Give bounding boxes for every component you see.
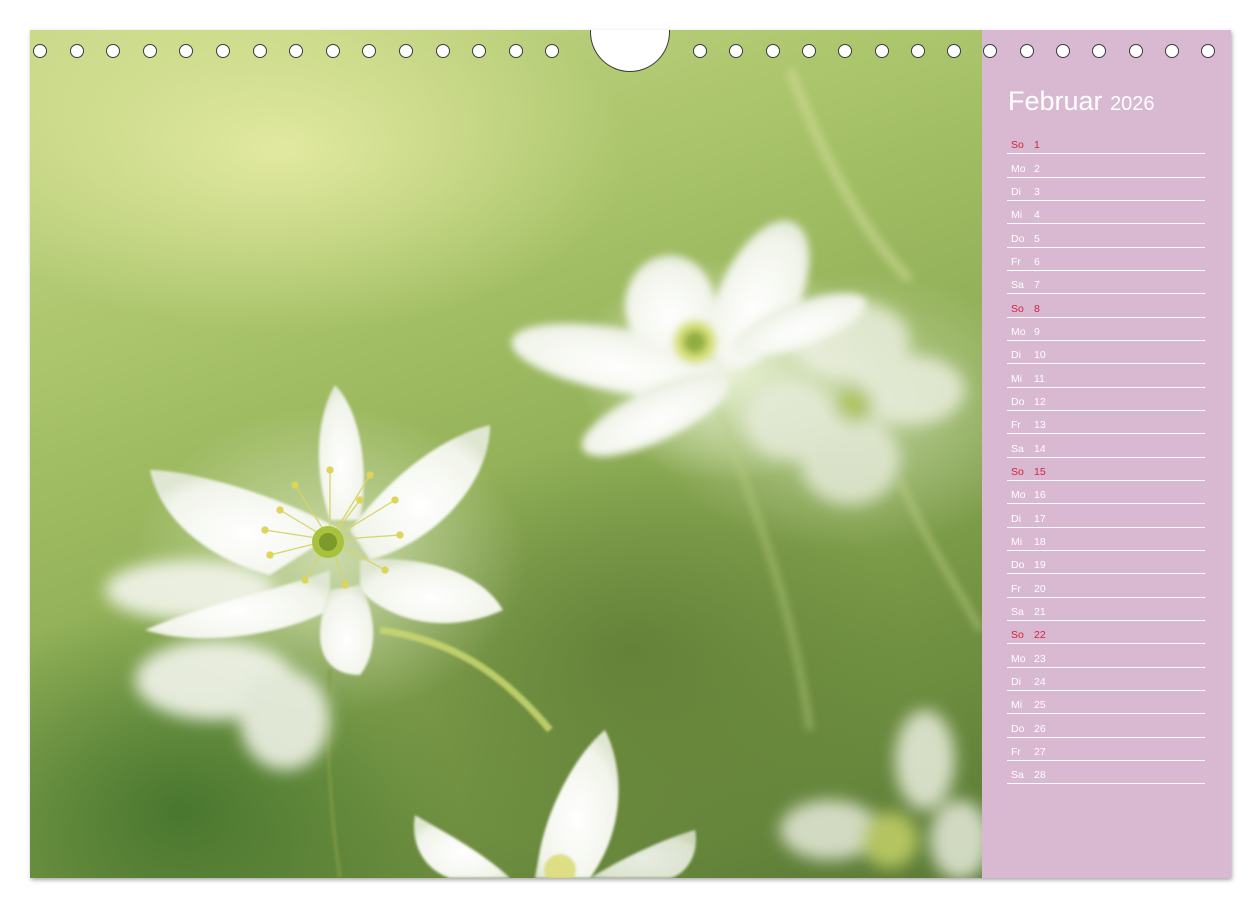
weekday-label: Di	[1011, 349, 1021, 362]
day-number: 27	[1034, 745, 1046, 758]
weekday-label: Do	[1011, 232, 1025, 245]
day-row: Sa 28	[1007, 761, 1205, 785]
day-number: 12	[1034, 395, 1046, 408]
weekday-label: Sa	[1011, 769, 1024, 782]
weekday-label: Sa	[1011, 279, 1024, 292]
day-row: Di 17	[1007, 504, 1205, 528]
weekday-label: Di	[1011, 675, 1021, 688]
day-row: So 22	[1007, 621, 1205, 645]
calendar-sidebar: Februar 2026 So 1 Mo 2 Di 3 Mi 4 Do 5 Fr 6 Sa 7 So 8 Mo 9…	[982, 30, 1231, 878]
day-row: Fr 20	[1007, 574, 1205, 598]
weekday-label: Fr	[1011, 419, 1021, 432]
day-row: Mi 11	[1007, 364, 1205, 388]
day-row: Sa 21	[1007, 598, 1205, 621]
day-number: 24	[1034, 675, 1046, 688]
day-number: 11	[1034, 372, 1045, 385]
month-year: 2026	[1110, 93, 1155, 115]
day-row: Mi 4	[1007, 201, 1205, 225]
weekday-label: Mi	[1011, 209, 1023, 222]
day-number: 26	[1034, 722, 1046, 735]
day-row: Sa 7	[1007, 271, 1205, 295]
weekday-label: So	[1011, 302, 1024, 315]
day-number: 6	[1034, 255, 1040, 268]
day-number: 4	[1034, 209, 1040, 222]
day-row: Di 10	[1007, 341, 1205, 365]
day-row: Do 12	[1007, 388, 1205, 411]
day-number: 28	[1034, 769, 1046, 782]
day-row: Do 26	[1007, 714, 1205, 738]
weekday-label: So	[1011, 465, 1024, 478]
weekday-label: Mi	[1011, 372, 1023, 385]
day-row: Di 3	[1007, 178, 1205, 201]
day-number: 14	[1034, 442, 1046, 455]
weekday-label: So	[1011, 139, 1024, 152]
day-row: Mo 2	[1007, 154, 1205, 178]
day-row: Fr 6	[1007, 248, 1205, 271]
flower-photo	[30, 30, 982, 878]
day-row: Fr 27	[1007, 738, 1205, 761]
day-number: 3	[1034, 185, 1040, 198]
day-number: 5	[1034, 232, 1040, 245]
day-row: Mo 23	[1007, 644, 1205, 668]
day-row: Mo 9	[1007, 318, 1205, 341]
weekday-label: Fr	[1011, 582, 1021, 595]
day-row: So 15	[1007, 458, 1205, 481]
day-row: Sa 14	[1007, 434, 1205, 458]
day-row: Mo 16	[1007, 481, 1205, 505]
month-name: Februar	[1008, 86, 1103, 116]
weekday-label: Di	[1011, 512, 1021, 525]
weekday-label: Do	[1011, 722, 1025, 735]
day-row: So 8	[1007, 294, 1205, 318]
weekday-label: Mo	[1011, 489, 1026, 502]
weekday-label: Sa	[1011, 605, 1024, 618]
weekday-label: Do	[1011, 395, 1025, 408]
day-row: Di 24	[1007, 668, 1205, 691]
day-number: 2	[1034, 162, 1040, 175]
day-list: So 1 Mo 2 Di 3 Mi 4 Do 5 Fr 6 Sa 7 So 8 Mo 9 Di 10 Mi 11 Do 12 F…	[1007, 131, 1205, 785]
weekday-label: Do	[1011, 559, 1025, 572]
day-row: Fr 13	[1007, 411, 1205, 435]
calendar-page: Februar 2026 So 1 Mo 2 Di 3 Mi 4 Do 5 Fr 6 Sa 7 So 8 Mo 9…	[30, 30, 1231, 878]
weekday-label: Sa	[1011, 442, 1024, 455]
day-number: 10	[1034, 349, 1046, 362]
day-number: 20	[1034, 582, 1046, 595]
weekday-label: Di	[1011, 185, 1021, 198]
day-row: Do 5	[1007, 224, 1205, 248]
day-number: 17	[1034, 512, 1046, 525]
day-number: 18	[1034, 535, 1046, 548]
day-number: 16	[1034, 489, 1046, 502]
day-number: 13	[1034, 419, 1046, 432]
day-number: 1	[1034, 139, 1040, 152]
weekday-label: Mo	[1011, 652, 1026, 665]
day-number: 7	[1034, 279, 1040, 292]
day-row: Mi 25	[1007, 691, 1205, 715]
day-number: 15	[1034, 465, 1046, 478]
weekday-label: Mo	[1011, 325, 1026, 338]
day-number: 19	[1034, 559, 1046, 572]
weekday-label: Mi	[1011, 699, 1023, 712]
weekday-label: Mo	[1011, 162, 1026, 175]
month-title: Februar 2026	[1008, 86, 1155, 117]
weekday-label: Mi	[1011, 535, 1023, 548]
weekday-label: Fr	[1011, 255, 1021, 268]
weekday-label: Fr	[1011, 745, 1021, 758]
day-number: 9	[1034, 325, 1040, 338]
day-row: Mi 18	[1007, 528, 1205, 551]
day-number: 22	[1034, 629, 1046, 642]
day-row: Do 19	[1007, 551, 1205, 575]
anemone-illustration	[105, 68, 982, 878]
day-number: 21	[1034, 605, 1046, 618]
weekday-label: So	[1011, 629, 1024, 642]
day-number: 23	[1034, 652, 1046, 665]
day-number: 8	[1034, 302, 1040, 315]
day-number: 25	[1034, 699, 1046, 712]
day-row: So 1	[1007, 131, 1205, 155]
